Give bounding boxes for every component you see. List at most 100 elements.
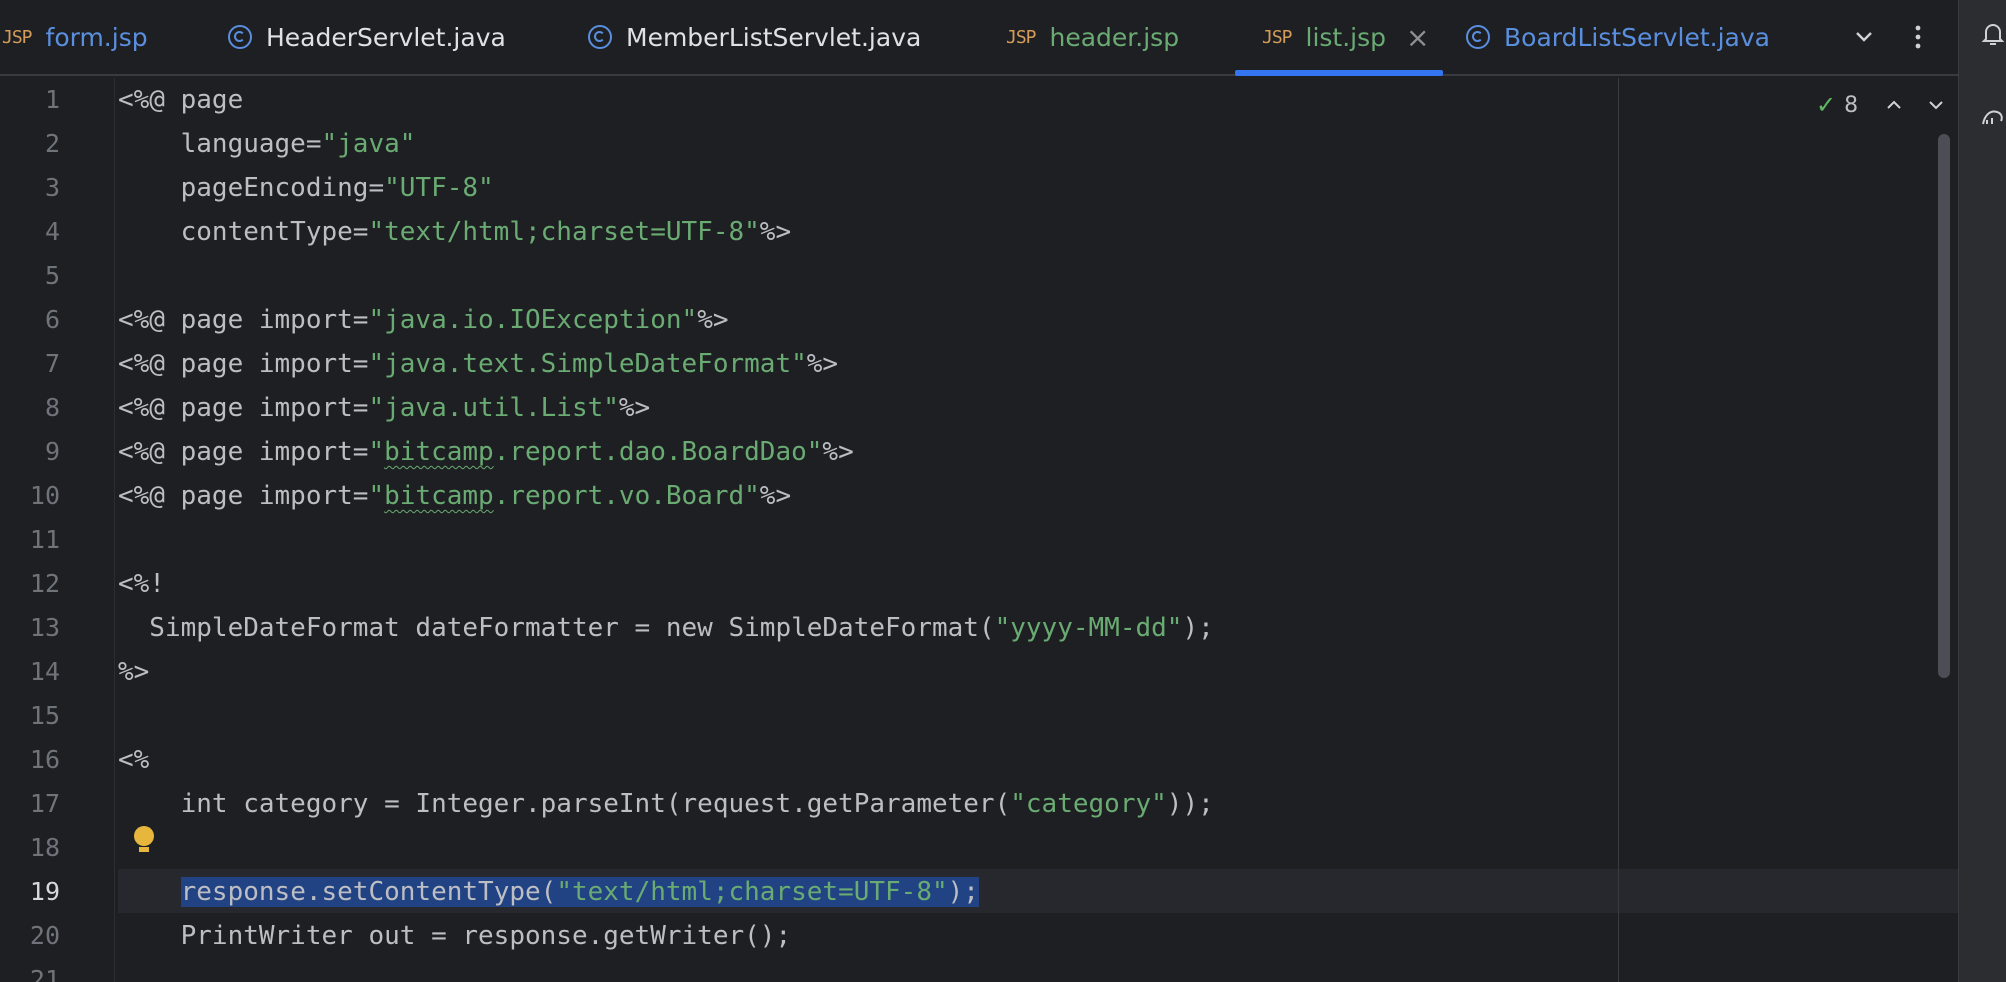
code-token: ); <box>947 877 979 907</box>
ai-assistant-icon[interactable] <box>1979 104 2006 132</box>
check-icon: ✓ <box>1816 91 1837 119</box>
code-token: %> <box>618 393 651 423</box>
tab-form-jsp[interactable]: JSP form.jsp <box>2 0 148 74</box>
inspection-widget[interactable]: ✓ 8 <box>1816 90 1946 120</box>
code-token: ); <box>1182 613 1214 643</box>
tab-header-servlet[interactable]: HeaderServlet.java <box>228 0 506 74</box>
code-line[interactable]: response.setContentType("text/html;chars… <box>118 870 979 914</box>
line-number: 7 <box>44 349 60 378</box>
code-token: <%@ page import= <box>118 481 369 511</box>
code-line[interactable]: contentType="text/html;charset=UTF-8"%> <box>118 210 792 254</box>
code-token: response.setContentType( <box>180 877 557 907</box>
code-token: <% <box>118 745 150 775</box>
code-token: <%! <box>118 569 165 599</box>
code-token: "java.text.SimpleDateFormat" <box>368 349 807 379</box>
code-token: <%@ page <box>118 85 244 115</box>
code-token: " <box>368 437 385 467</box>
tab-label: header.jsp <box>1049 22 1180 52</box>
code-line[interactable]: <%@ page import="bitcamp.report.vo.Board… <box>118 474 791 518</box>
code-token: %> <box>697 305 729 335</box>
java-class-icon <box>588 25 612 49</box>
code-line[interactable]: <%! <box>118 562 165 606</box>
code-line[interactable]: <% <box>118 738 149 782</box>
code-token: .report.dao.BoardDao" <box>493 437 823 467</box>
code-line[interactable]: <%@ page import="java.text.SimpleDateFor… <box>118 342 838 386</box>
line-number: 3 <box>44 173 60 202</box>
line-number: 21 <box>29 965 60 982</box>
code-token: %> <box>822 437 854 467</box>
line-number: 12 <box>29 569 60 598</box>
line-number: 4 <box>44 217 60 246</box>
line-number: 13 <box>29 613 60 642</box>
tab-list-jsp[interactable]: JSP list.jsp × <box>1262 0 1430 74</box>
tab-header-jsp[interactable]: JSP header.jsp <box>1006 0 1179 74</box>
line-number: 16 <box>29 745 60 774</box>
code-token: <%@ page import= <box>118 305 369 335</box>
code-token: <%@ page import= <box>118 393 369 423</box>
scrollbar-thumb[interactable] <box>1938 134 1950 678</box>
code-token: "java" <box>321 129 416 159</box>
line-number: 17 <box>29 789 60 818</box>
code-line[interactable]: SimpleDateFormat dateFormatter = new Sim… <box>118 606 1214 650</box>
editor-tab-bar: JSP form.jsp HeaderServlet.java MemberLi… <box>0 0 1958 76</box>
code-editor: JSP form.jsp HeaderServlet.java MemberLi… <box>0 0 1958 982</box>
code-token: "UTF-8" <box>384 173 494 203</box>
code-token: %> <box>806 349 839 379</box>
code-line[interactable]: PrintWriter out = response.getWriter(); <box>118 914 791 958</box>
code-token: <%@ page import= <box>118 349 369 379</box>
code-token: %> <box>118 657 150 687</box>
active-tab-indicator <box>1235 70 1443 76</box>
code-token: SimpleDateFormat dateFormatter = new Sim… <box>118 613 995 643</box>
tab-label: form.jsp <box>45 22 148 52</box>
line-number: 20 <box>29 921 60 950</box>
java-class-icon <box>1466 25 1490 49</box>
code-token: )); <box>1166 789 1214 819</box>
code-token: contentType= <box>118 217 369 247</box>
right-margin-guide <box>1618 78 1619 982</box>
code-token: "yyyy-MM-dd" <box>994 613 1183 643</box>
code-token: %> <box>759 481 792 511</box>
code-line[interactable]: %> <box>118 650 149 694</box>
next-problem-icon[interactable] <box>1926 95 1946 115</box>
close-tab-icon[interactable]: × <box>1406 21 1429 54</box>
code-token: language= <box>118 129 322 159</box>
code-token: bitcamp <box>384 437 494 467</box>
code-line[interactable]: pageEncoding="UTF-8" <box>118 166 494 210</box>
code-token: bitcamp <box>384 481 494 511</box>
chevron-down-icon[interactable] <box>1852 25 1876 49</box>
code-line[interactable]: <%@ page import="java.util.List"%> <box>118 386 650 430</box>
code-token: .report.vo.Board" <box>493 481 760 511</box>
code-line[interactable]: <%@ page <box>118 78 243 122</box>
code-token: "category" <box>1010 789 1167 819</box>
jsp-file-icon: JSP <box>2 26 32 48</box>
line-number: 19 <box>29 877 60 906</box>
line-number: 10 <box>29 481 60 510</box>
tab-board-list-servlet[interactable]: BoardListServlet.java <box>1466 0 1770 74</box>
jsp-file-icon: JSP <box>1262 26 1292 48</box>
code-token: pageEncoding= <box>118 173 385 203</box>
code-token: %> <box>759 217 792 247</box>
line-number: 1 <box>44 85 60 114</box>
code-token: PrintWriter out = response.getWriter(); <box>118 921 792 951</box>
line-number: 18 <box>29 833 60 862</box>
notifications-bell-icon[interactable] <box>1979 20 2006 48</box>
previous-problem-icon[interactable] <box>1884 95 1904 115</box>
code-line[interactable]: <%@ page import="bitcamp.report.dao.Boar… <box>118 430 854 474</box>
code-token: <%@ page import= <box>118 437 369 467</box>
inspection-count: 8 <box>1844 92 1859 118</box>
tab-member-list-servlet[interactable]: MemberListServlet.java <box>588 0 921 74</box>
code-line[interactable]: int category = Integer.parseInt(request.… <box>118 782 1214 826</box>
code-line[interactable]: <%@ page import="java.io.IOException"%> <box>118 298 729 342</box>
code-token: int category = Integer.parseInt(request.… <box>118 789 1011 819</box>
tab-label: BoardListServlet.java <box>1504 22 1770 52</box>
code-token: " <box>368 481 385 511</box>
code-area[interactable]: <%@ page language="java" pageEncoding="U… <box>118 78 1958 982</box>
code-token: "java.io.IOException" <box>368 305 698 335</box>
line-number: 5 <box>44 261 60 290</box>
more-options-icon[interactable] <box>1906 22 1930 52</box>
jsp-file-icon: JSP <box>1006 26 1036 48</box>
right-tool-strip <box>1958 0 2006 982</box>
line-number: 9 <box>44 437 60 466</box>
code-line[interactable]: language="java" <box>118 122 416 166</box>
